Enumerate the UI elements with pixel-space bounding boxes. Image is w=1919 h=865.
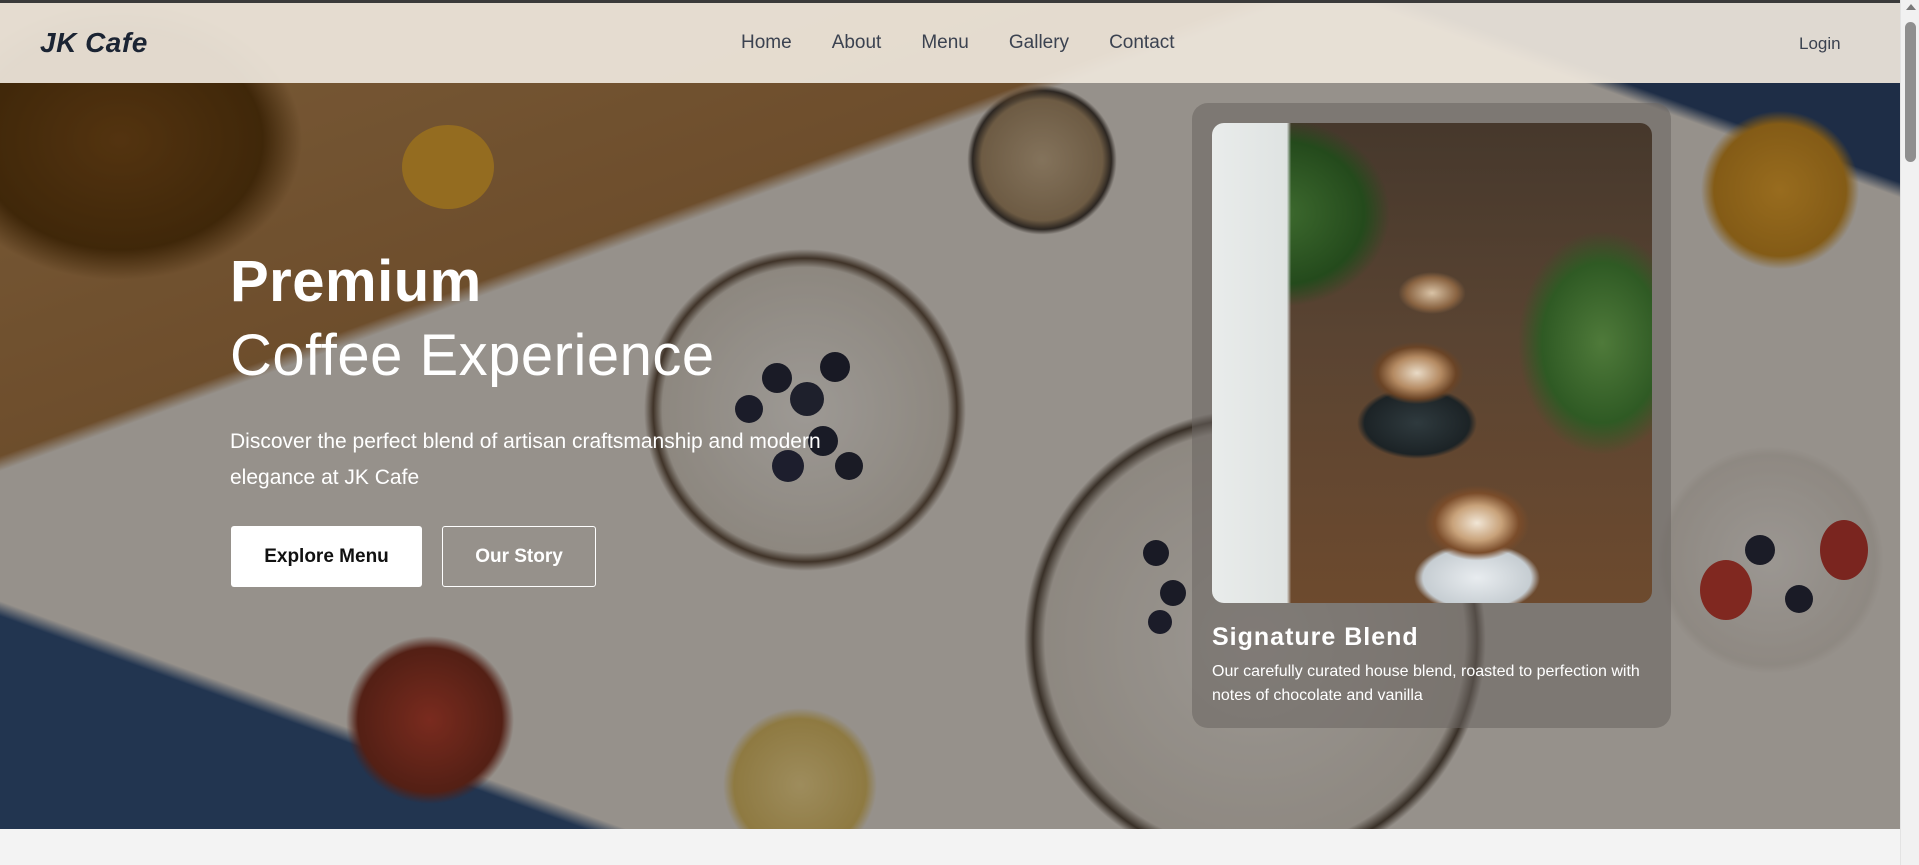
- nav-link-home[interactable]: Home: [741, 32, 792, 54]
- signature-blend-image: [1212, 123, 1652, 603]
- nav-links: Home About Menu Gallery Contact: [741, 32, 1215, 54]
- nav-link-gallery[interactable]: Gallery: [1009, 32, 1069, 54]
- navbar: JK Cafe Home About Menu Gallery Contact …: [0, 3, 1900, 83]
- our-story-button[interactable]: Our Story: [442, 526, 596, 587]
- nav-link-contact[interactable]: Contact: [1109, 32, 1174, 54]
- nav-link-menu[interactable]: Menu: [921, 32, 969, 54]
- hero-lead: Discover the perfect blend of artisan cr…: [230, 430, 821, 489]
- scrollbar-thumb[interactable]: [1905, 22, 1916, 162]
- chevron-up-icon[interactable]: [1906, 4, 1916, 10]
- site-logo[interactable]: JK Cafe: [40, 27, 148, 59]
- nav-link-about[interactable]: About: [832, 32, 882, 54]
- hero-title-line2: Coffee Experience: [230, 323, 715, 388]
- signature-blend-card: Signature Blend Our carefully curated ho…: [1192, 103, 1671, 728]
- page-scrollbar[interactable]: [1900, 0, 1919, 865]
- hero-title-line1: Premium: [230, 249, 482, 314]
- login-link[interactable]: Login: [1799, 34, 1841, 54]
- card-description: Our carefully curated house blend, roast…: [1212, 663, 1640, 704]
- card-title: Signature Blend: [1212, 623, 1419, 651]
- explore-menu-button[interactable]: Explore Menu: [231, 526, 422, 587]
